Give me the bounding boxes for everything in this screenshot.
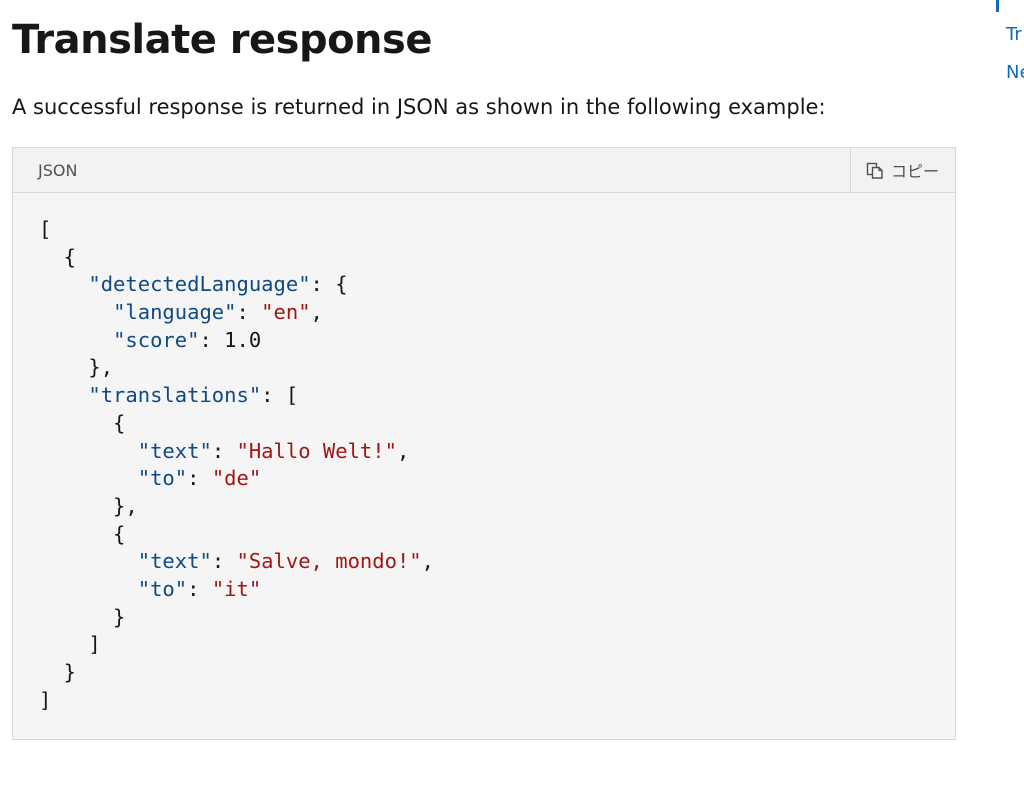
json-punctuation: ,	[310, 300, 323, 325]
toc-active-indicator	[996, 0, 999, 12]
json-key: "translations"	[88, 383, 262, 408]
json-key: "to"	[137, 466, 188, 491]
code-line: {	[39, 521, 955, 549]
code-block: JSON コピー [ { "detectedLanguage": { "lang…	[12, 147, 956, 740]
code-language-label: JSON	[38, 160, 78, 180]
code-line: ]	[39, 687, 955, 715]
json-string: "de"	[211, 466, 262, 491]
json-string: "Hallo Welt!"	[236, 438, 397, 463]
json-punctuation: :	[187, 576, 212, 601]
json-punctuation: :	[236, 300, 262, 325]
json-punctuation	[39, 383, 88, 407]
code-line: ]	[39, 631, 955, 659]
json-punctuation	[39, 577, 138, 601]
json-punctuation: },	[39, 355, 114, 380]
json-punctuation	[39, 549, 138, 573]
json-punctuation	[39, 439, 138, 463]
toc-item-translate[interactable]: Tr	[1006, 24, 1022, 45]
json-key: "score"	[113, 327, 200, 352]
json-punctuation: :	[187, 466, 212, 491]
json-punctuation: }	[39, 660, 77, 684]
json-punctuation: ,	[396, 438, 410, 463]
json-punctuation	[39, 272, 88, 296]
intro-text: A successful response is returned in JSO…	[12, 95, 826, 119]
code-line: "to": "de"	[39, 465, 955, 493]
json-punctuation: ,	[421, 549, 434, 574]
json-punctuation: :	[211, 438, 237, 463]
json-punctuation: ]	[39, 632, 101, 657]
json-punctuation: {	[39, 521, 126, 546]
json-punctuation: }	[39, 604, 126, 629]
json-punctuation: },	[39, 493, 138, 518]
json-punctuation: {	[39, 244, 77, 269]
code-line: {	[39, 410, 955, 438]
code-line: }	[39, 659, 955, 687]
code-line: "detectedLanguage": {	[39, 271, 955, 299]
json-punctuation: {	[39, 410, 126, 435]
json-string: "Salve, mondo!"	[236, 549, 422, 574]
json-key: "language"	[113, 300, 237, 325]
json-key: "text"	[137, 549, 212, 574]
code-line: [	[39, 216, 955, 244]
code-header: JSON コピー	[13, 148, 955, 193]
code-line: "translations": [	[39, 382, 955, 410]
copy-button[interactable]: コピー	[849, 148, 955, 192]
toc-item-next[interactable]: Ne	[1006, 62, 1024, 83]
code-line: {	[39, 244, 955, 272]
copy-label: コピー	[890, 162, 939, 181]
json-key: "text"	[137, 438, 212, 463]
json-string: "en"	[261, 300, 311, 325]
code-line: "text": "Hallo Welt!",	[39, 438, 955, 466]
json-punctuation	[39, 300, 113, 324]
json-punctuation: [	[39, 217, 52, 241]
json-punctuation: : [	[261, 383, 299, 408]
code-line: }	[39, 604, 955, 632]
json-punctuation: :	[211, 549, 237, 574]
code-line: "to": "it"	[39, 576, 955, 604]
json-key: "detectedLanguage"	[88, 272, 311, 297]
code-line: "score": 1.0	[39, 327, 955, 355]
json-punctuation	[39, 328, 113, 352]
json-punctuation: ]	[39, 687, 52, 712]
json-key: "to"	[137, 576, 188, 601]
json-punctuation: : 1.0	[199, 327, 262, 352]
json-punctuation: : {	[310, 272, 348, 297]
code-line: },	[39, 354, 955, 382]
json-string: "it"	[211, 576, 262, 601]
code-line: },	[39, 493, 955, 521]
json-punctuation	[39, 466, 138, 490]
copy-icon	[866, 162, 883, 179]
code-line: "language": "en",	[39, 299, 955, 327]
code-line: "text": "Salve, mondo!",	[39, 548, 955, 576]
code-content: [ { "detectedLanguage": { "language": "e…	[13, 193, 955, 714]
page-title: Translate response	[12, 17, 432, 63]
